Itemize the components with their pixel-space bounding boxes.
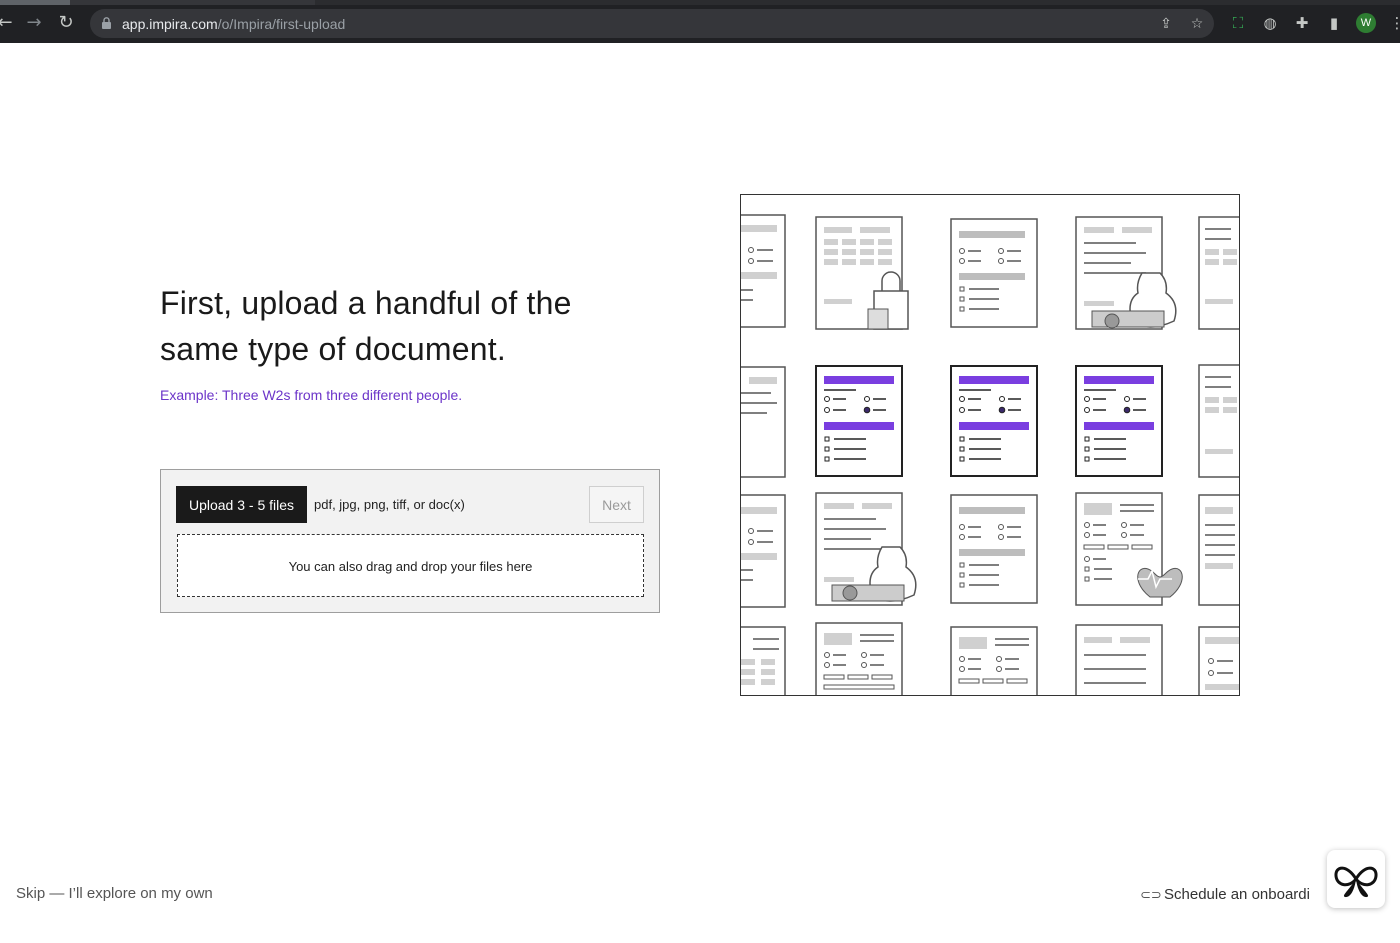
doc-card xyxy=(815,622,903,695)
schedule-onboarding-link[interactable]: ⊂⊃ Schedule an onboardi xyxy=(1140,886,1310,903)
doc-card xyxy=(1075,216,1177,330)
upload-panel: Upload 3 - 5 files pdf, jpg, png, tiff, … xyxy=(160,469,660,613)
screenshot-extension-icon[interactable]: ⛶ xyxy=(1229,14,1247,32)
tab-strip xyxy=(0,0,1400,5)
address-bar[interactable]: app.impira.com/o/Impira/first-upload ⇪ ☆ xyxy=(90,9,1214,38)
active-tab[interactable] xyxy=(0,0,70,5)
doc-card xyxy=(1198,626,1239,695)
doc-card-highlighted xyxy=(815,365,903,477)
chat-widget-button[interactable] xyxy=(1327,850,1385,908)
doc-card xyxy=(815,216,909,330)
doc-card xyxy=(1075,492,1183,606)
butterfly-logo-icon xyxy=(1334,866,1378,898)
bookmark-star-icon[interactable]: ☆ xyxy=(1189,16,1205,32)
drop-zone-text: You can also drag and drop your files he… xyxy=(288,559,533,574)
url-text: app.impira.com/o/Impira/first-upload xyxy=(122,16,346,32)
doc-card xyxy=(741,494,786,608)
back-arrow-icon[interactable]: ← xyxy=(0,12,16,34)
extension-icon[interactable]: ◍ xyxy=(1261,14,1279,32)
documents-grid-illustration xyxy=(741,214,1239,695)
page-title: First, upload a handful of the same type… xyxy=(160,285,572,367)
doc-card xyxy=(741,626,786,695)
schedule-onboarding-label: Schedule an onboardi xyxy=(1164,886,1310,903)
doc-card xyxy=(950,218,1038,328)
doc-card xyxy=(1075,624,1163,695)
forward-arrow-icon[interactable]: → xyxy=(23,12,45,34)
link-icon: ⊂⊃ xyxy=(1140,888,1162,903)
doc-card xyxy=(1198,364,1239,478)
doc-card xyxy=(741,214,786,328)
more-menu-icon[interactable]: ⋮ xyxy=(1388,14,1400,32)
side-panel-icon[interactable]: ▮ xyxy=(1325,14,1343,32)
doc-card-highlighted xyxy=(950,365,1038,477)
next-button[interactable]: Next xyxy=(589,486,644,523)
doc-card xyxy=(1198,494,1239,606)
drop-zone[interactable]: You can also drag and drop your files he… xyxy=(177,534,644,597)
reload-icon[interactable]: ↻ xyxy=(55,12,77,34)
tab[interactable] xyxy=(315,0,1400,5)
lock-icon xyxy=(102,17,111,29)
puzzle-extensions-icon[interactable]: ✚ xyxy=(1293,14,1311,32)
doc-card xyxy=(950,626,1038,695)
doc-card xyxy=(815,492,917,606)
doc-card xyxy=(1198,216,1239,330)
accepted-formats: pdf, jpg, png, tiff, or doc(x) xyxy=(314,497,465,512)
skip-link[interactable]: Skip — I’ll explore on my own xyxy=(16,885,213,902)
browser-toolbar: ← → ↻ app.impira.com/o/Impira/first-uplo… xyxy=(0,0,1400,43)
documents-illustration xyxy=(740,194,1240,696)
doc-card xyxy=(950,494,1038,604)
share-icon[interactable]: ⇪ xyxy=(1158,16,1174,32)
example-hint: Example: Three W2s from three different … xyxy=(160,387,463,403)
doc-card xyxy=(741,366,786,478)
upload-files-button[interactable]: Upload 3 - 5 files xyxy=(176,486,307,523)
profile-avatar[interactable]: W xyxy=(1356,13,1376,33)
doc-card-highlighted xyxy=(1075,365,1163,477)
